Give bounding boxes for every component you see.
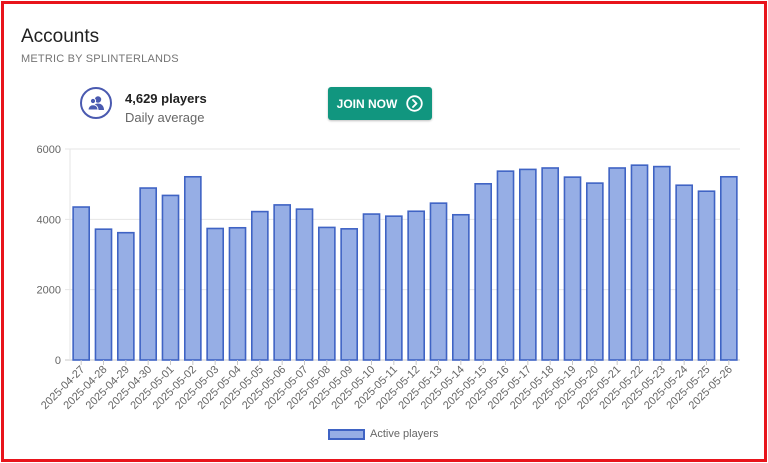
bar	[719, 175, 738, 361]
bar	[496, 170, 515, 361]
bar	[518, 168, 537, 361]
bar	[228, 226, 247, 361]
y-tick-label: 2000	[37, 285, 61, 297]
y-tick-label: 6000	[37, 144, 61, 156]
bar	[608, 167, 627, 361]
bar	[94, 228, 113, 361]
bar	[541, 167, 560, 361]
bar	[407, 210, 426, 361]
bar	[206, 227, 225, 361]
legend-swatch	[328, 428, 365, 440]
bar-chart: 02000400060002025-04-272025-04-282025-04…	[37, 144, 740, 412]
bar	[630, 164, 649, 361]
bar	[72, 206, 91, 361]
bar	[384, 215, 403, 361]
bar	[451, 213, 470, 361]
bar	[429, 202, 448, 361]
widget-frame: Accounts METRIC BY SPLINTERLANDS 4,629 p…	[1, 1, 767, 462]
bar	[563, 176, 582, 361]
y-tick-label: 4000	[37, 214, 61, 226]
bar	[675, 184, 694, 361]
chart-legend[interactable]: Active players	[328, 428, 438, 440]
bar	[161, 194, 180, 361]
bar	[295, 208, 314, 361]
bar	[697, 190, 716, 361]
legend-label: Active players	[370, 428, 439, 440]
y-tick-label: 0	[55, 355, 61, 367]
bar	[250, 210, 269, 361]
bar	[317, 226, 336, 361]
bar	[340, 228, 359, 361]
bar	[116, 231, 135, 361]
bar	[362, 213, 381, 361]
bar	[652, 165, 671, 361]
bar	[139, 187, 158, 361]
bar	[585, 182, 604, 361]
bar	[273, 204, 292, 361]
bar	[474, 183, 493, 361]
bar	[183, 175, 202, 361]
